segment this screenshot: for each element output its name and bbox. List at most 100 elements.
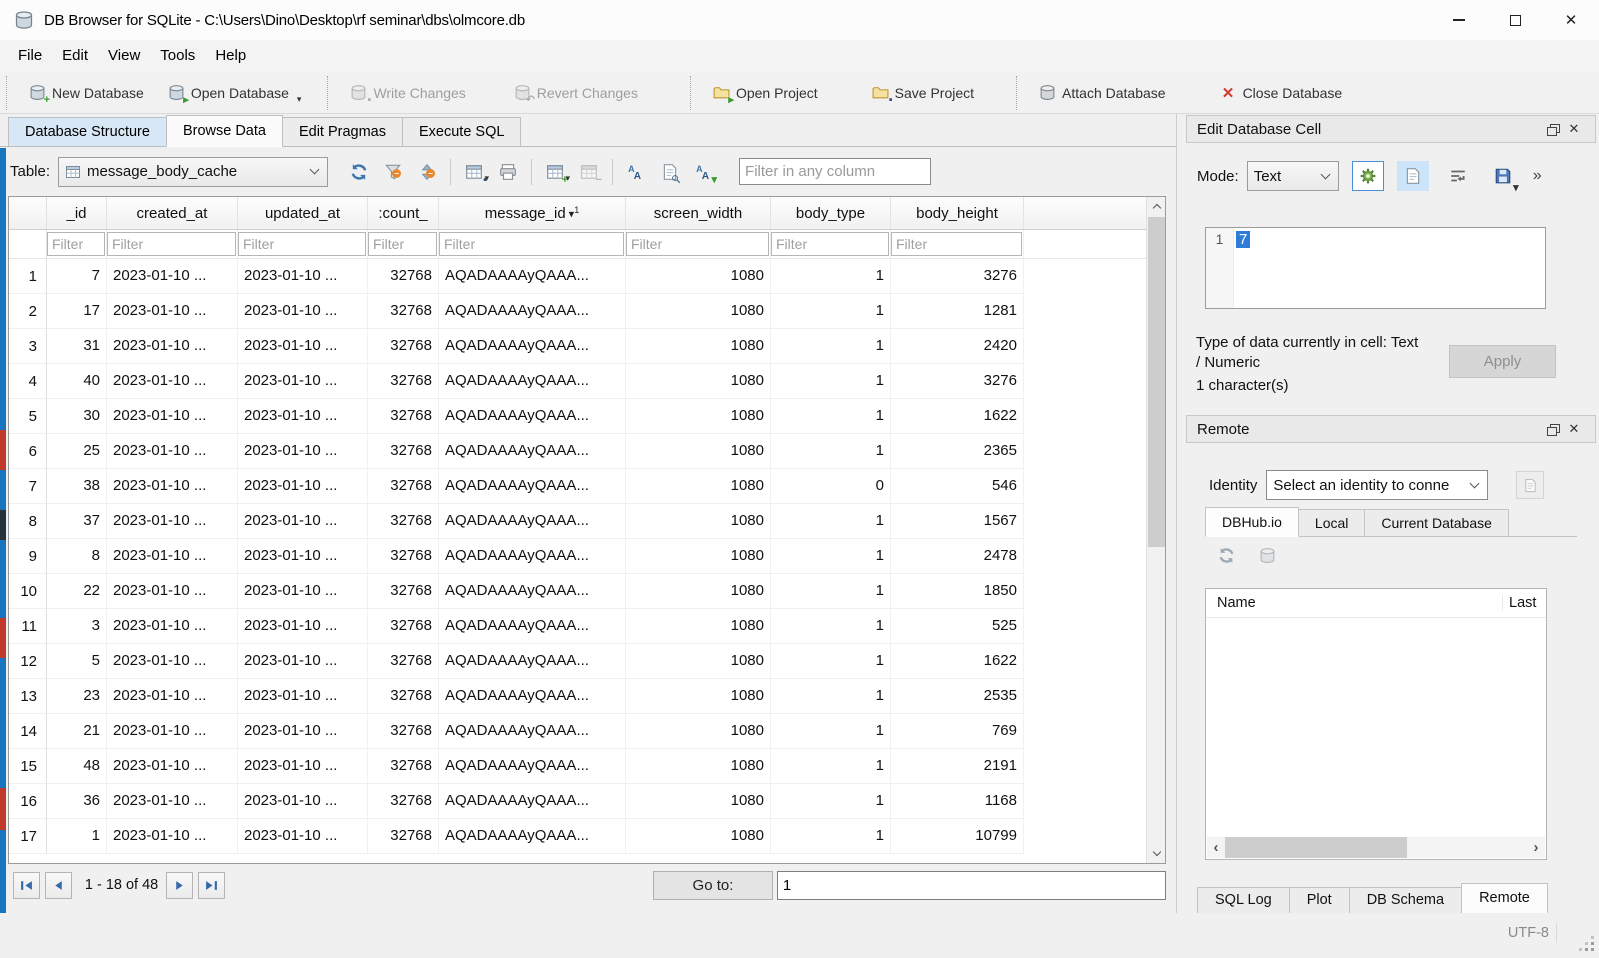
table-cell[interactable]: 1622 [891, 644, 1024, 679]
menu-tools[interactable]: Tools [150, 40, 205, 72]
last-record-button[interactable] [198, 872, 225, 899]
table-cell[interactable]: 2023-01-10 ... [238, 294, 368, 329]
auto-format-toggle[interactable] [1352, 161, 1384, 191]
table-cell[interactable]: 2023-01-10 ... [238, 714, 368, 749]
identity-selector[interactable]: Select an identity to conne [1266, 470, 1488, 500]
resize-grip-icon[interactable] [1591, 948, 1594, 951]
scrollbar-thumb[interactable] [1225, 837, 1407, 858]
table-cell[interactable]: AQADAAAAyQAAA... [439, 434, 626, 469]
table-cell[interactable]: 2023-01-10 ... [107, 609, 238, 644]
table-cell[interactable]: 32768 [368, 539, 439, 574]
text-mode-toggle[interactable] [1397, 161, 1429, 191]
table-cell[interactable]: AQADAAAAyQAAA... [439, 679, 626, 714]
filter-input-:count_[interactable] [368, 232, 437, 256]
table-cell[interactable]: 2023-01-10 ... [107, 504, 238, 539]
tab-plot[interactable]: Plot [1289, 887, 1350, 913]
table-cell[interactable]: AQADAAAAyQAAA... [439, 749, 626, 784]
column-header-screen_width[interactable]: screen_width [626, 197, 771, 229]
table-cell[interactable]: AQADAAAAyQAAA... [439, 399, 626, 434]
edit-display-format-button[interactable] [619, 156, 653, 188]
table-cell[interactable]: AQADAAAAyQAAA... [439, 294, 626, 329]
table-cell[interactable]: 1 [47, 819, 107, 854]
tab-dbhub[interactable]: DBHub.io [1205, 507, 1299, 537]
table-cell[interactable]: 2023-01-10 ... [238, 504, 368, 539]
table-cell[interactable]: 2023-01-10 ... [107, 539, 238, 574]
tab-sql-log[interactable]: SQL Log [1197, 887, 1290, 913]
global-filter-input[interactable] [739, 158, 931, 185]
row-number[interactable]: 14 [9, 714, 47, 749]
close-button[interactable]: ✕ [1543, 0, 1599, 40]
table-cell[interactable]: 1 [771, 714, 891, 749]
table-cell[interactable]: 2023-01-10 ... [238, 329, 368, 364]
tab-remote[interactable]: Remote [1461, 883, 1548, 913]
close-panel-button[interactable]: ✕ [1563, 420, 1585, 438]
table-cell[interactable]: 2023-01-10 ... [107, 434, 238, 469]
word-wrap-toggle[interactable] [1442, 161, 1474, 191]
table-cell[interactable]: 2023-01-10 ... [238, 574, 368, 609]
open-project-button[interactable]: ▸ Open Project [701, 77, 830, 109]
row-number[interactable]: 1 [9, 259, 47, 294]
filter-input-message_id[interactable] [439, 232, 624, 256]
find-in-cells-button[interactable] [653, 156, 687, 188]
previous-record-button[interactable] [45, 872, 72, 899]
maximize-button[interactable] [1487, 0, 1543, 40]
table-cell[interactable]: 25 [47, 434, 107, 469]
table-cell[interactable]: 32768 [368, 784, 439, 819]
table-cell[interactable]: 1850 [891, 574, 1024, 609]
table-cell[interactable]: 2023-01-10 ... [107, 399, 238, 434]
table-cell[interactable]: 32768 [368, 399, 439, 434]
table-cell[interactable]: 32768 [368, 259, 439, 294]
identity-import-button[interactable] [1516, 471, 1544, 499]
table-cell[interactable]: 1080 [626, 784, 771, 819]
table-cell[interactable]: 2023-01-10 ... [107, 714, 238, 749]
table-cell[interactable]: 3276 [891, 259, 1024, 294]
print-button[interactable] [491, 156, 525, 188]
scroll-down-icon[interactable] [1147, 844, 1166, 863]
delete-record-button[interactable]: − [572, 156, 606, 188]
table-cell[interactable]: 32768 [368, 819, 439, 854]
table-cell[interactable]: 2023-01-10 ... [107, 644, 238, 679]
table-cell[interactable]: 1281 [891, 294, 1024, 329]
table-cell[interactable]: 2023-01-10 ... [238, 609, 368, 644]
table-cell[interactable]: 2023-01-10 ... [238, 259, 368, 294]
table-cell[interactable]: 2023-01-10 ... [107, 749, 238, 784]
table-cell[interactable]: 2420 [891, 329, 1024, 364]
table-cell[interactable]: 2023-01-10 ... [107, 364, 238, 399]
table-cell[interactable]: 32768 [368, 714, 439, 749]
apply-button[interactable]: Apply [1449, 345, 1556, 378]
table-cell[interactable]: 32768 [368, 434, 439, 469]
table-cell[interactable]: 1080 [626, 434, 771, 469]
table-cell[interactable]: 2023-01-10 ... [107, 679, 238, 714]
row-number[interactable]: 15 [9, 749, 47, 784]
table-cell[interactable]: AQADAAAAyQAAA... [439, 259, 626, 294]
table-cell[interactable]: 525 [891, 609, 1024, 644]
save-project-button[interactable]: ▪ Save Project [860, 77, 986, 109]
table-cell[interactable]: 3276 [891, 364, 1024, 399]
table-cell[interactable]: 2023-01-10 ... [107, 329, 238, 364]
table-cell[interactable]: 32768 [368, 574, 439, 609]
column-header-updated_at[interactable]: updated_at [238, 197, 368, 229]
minimize-button[interactable] [1431, 0, 1487, 40]
table-cell[interactable]: 32768 [368, 644, 439, 679]
table-cell[interactable]: 1 [771, 609, 891, 644]
table-cell[interactable]: 1 [771, 399, 891, 434]
table-cell[interactable]: 32768 [368, 609, 439, 644]
table-cell[interactable]: 22 [47, 574, 107, 609]
table-cell[interactable]: 1080 [626, 329, 771, 364]
mode-selector[interactable]: Text [1247, 161, 1339, 191]
tab-database-structure[interactable]: Database Structure [8, 117, 167, 146]
table-cell[interactable]: 2023-01-10 ... [238, 469, 368, 504]
table-cell[interactable]: 1 [771, 644, 891, 679]
table-cell[interactable]: 2023-01-10 ... [107, 574, 238, 609]
table-cell[interactable]: 1080 [626, 749, 771, 784]
table-cell[interactable]: 1080 [626, 679, 771, 714]
table-cell[interactable]: 1080 [626, 539, 771, 574]
table-cell[interactable]: 1 [771, 819, 891, 854]
table-cell[interactable]: 1080 [626, 819, 771, 854]
table-cell[interactable]: 1 [771, 539, 891, 574]
table-cell[interactable]: 1 [771, 749, 891, 784]
table-cell[interactable]: AQADAAAAyQAAA... [439, 714, 626, 749]
table-cell[interactable]: 1 [771, 329, 891, 364]
table-cell[interactable]: 32768 [368, 329, 439, 364]
filter-input-updated_at[interactable] [238, 232, 366, 256]
